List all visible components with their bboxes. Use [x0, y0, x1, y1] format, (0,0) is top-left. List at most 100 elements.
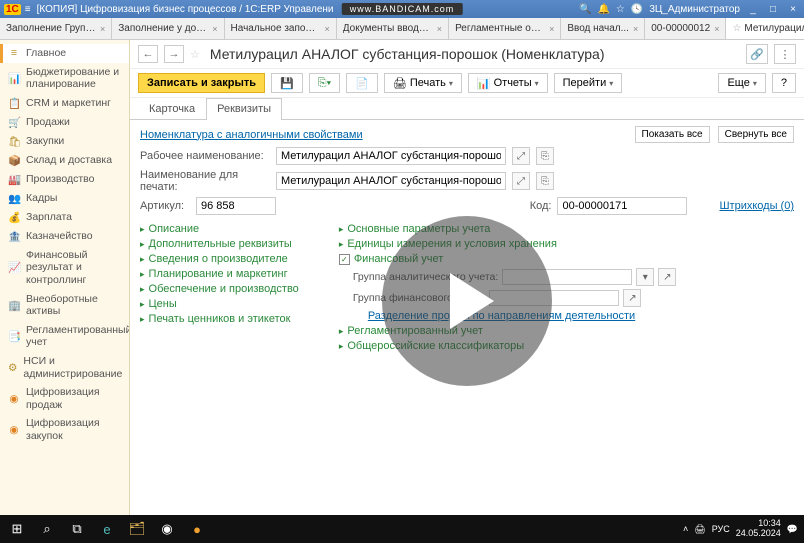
sidebar-item[interactable]: ≡Главное [0, 44, 129, 63]
tray-up-icon[interactable]: ˄ [683, 524, 688, 534]
tab-close-icon[interactable]: × [325, 24, 330, 34]
checkbox-icon[interactable]: ✓ [339, 254, 350, 265]
doc-tab[interactable]: Документы ввода начал...× [337, 18, 449, 39]
work-name-input[interactable] [276, 147, 506, 165]
sidebar-item[interactable]: 🛒Продажи [0, 113, 129, 132]
tab-close-icon[interactable]: × [633, 24, 638, 34]
section-toggle[interactable]: ▸Цены [140, 298, 299, 310]
history-icon[interactable]: 🕓 [631, 4, 643, 15]
doc-button[interactable]: 📄 [346, 73, 378, 93]
section-link[interactable]: Разделение продаж по направлениям деятел… [368, 310, 635, 322]
sidebar-item[interactable]: 📊Бюджетирование и планирование [0, 63, 129, 94]
tab-close-icon[interactable]: × [212, 24, 217, 34]
link-icon[interactable]: 🔗 [746, 44, 768, 64]
app-icon[interactable]: ● [186, 518, 208, 540]
section-toggle[interactable]: ▸Планирование и маркетинг [140, 268, 299, 280]
sidebar-item[interactable]: ⚙НСИ и администрирование [0, 352, 129, 383]
barcodes-link[interactable]: Штрихкоды (0) [719, 200, 794, 212]
toolbar: Записать и закрыть 💾 ⎘▾ 📄 🖨 Печать ▾ 📊 О… [130, 69, 804, 98]
sidebar-item[interactable]: 🛍Закупки [0, 132, 129, 151]
task-view-icon[interactable]: ⧉ [66, 518, 88, 540]
code-input[interactable] [557, 197, 687, 215]
print-name-input[interactable] [276, 172, 506, 190]
section-toggle[interactable]: ▸Общероссийские классификаторы [339, 340, 676, 352]
search-taskbar-icon[interactable]: ⌕ [36, 518, 58, 540]
finance-group-input[interactable] [489, 290, 619, 306]
ie-icon[interactable]: e [96, 518, 118, 540]
analytic-group-input[interactable] [502, 269, 632, 285]
nav-forward-button[interactable]: → [164, 45, 184, 63]
sidebar-item[interactable]: ◉Цифровизация продаж [0, 383, 129, 414]
sidebar-item[interactable]: 🏦Казначейство [0, 227, 129, 246]
goto-button[interactable]: Перейти ▾ [554, 73, 623, 93]
action-icon[interactable]: ⎘ [536, 147, 554, 165]
section-toggle[interactable]: ▸Обеспечение и производство [140, 283, 299, 295]
dropdown-icon[interactable]: ▾ [636, 268, 654, 286]
action-icon[interactable]: ⎘ [536, 172, 554, 190]
tab-close-icon[interactable]: × [100, 24, 105, 34]
doc-tab[interactable]: Регламентные операции ...× [449, 18, 561, 39]
doc-tab[interactable]: Заполнение ГруппыФУ Н...× [0, 18, 112, 39]
kebab-icon[interactable]: ⋮ [774, 44, 796, 64]
section-toggle[interactable]: ▸Единицы измерения и условия хранения [339, 238, 676, 250]
doc-tab[interactable]: Заполнение у договоров...× [112, 18, 224, 39]
section-toggle[interactable]: ▸Описание [140, 223, 299, 235]
menu-icon[interactable]: ≡ [25, 4, 31, 15]
doc-tab[interactable]: ☆Метилурацил АНАЛОГ с...× [726, 18, 804, 39]
sidebar-item[interactable]: 💰Зарплата [0, 208, 129, 227]
clone-button[interactable]: ⎘▾ [309, 73, 340, 93]
section-toggle[interactable]: ▸Печать ценников и этикеток [140, 313, 299, 325]
tab-close-icon[interactable]: × [549, 24, 554, 34]
sidebar-item[interactable]: 📦Склад и доставка [0, 151, 129, 170]
reports-button[interactable]: 📊 Отчеты ▾ [468, 73, 548, 93]
section-toggle[interactable]: ▸Дополнительные реквизиты [140, 238, 299, 250]
clock[interactable]: 10:34 24.05.2024 [736, 519, 781, 539]
nav-back-button[interactable]: ← [138, 45, 158, 63]
help-button[interactable]: ? [772, 73, 796, 93]
search-icon[interactable]: 🔍 [579, 4, 591, 15]
doc-tab[interactable]: Ввод начал...× [561, 18, 645, 39]
bell-icon[interactable]: 🔔 [597, 4, 609, 15]
tab-requisites[interactable]: Реквизиты [206, 98, 282, 120]
sidebar-item[interactable]: ◉Цифровизация закупок [0, 414, 129, 445]
tray-printer-icon[interactable]: 🖨 [694, 524, 705, 535]
doc-tab[interactable]: 00-00000012× [645, 18, 726, 39]
fav-star-icon[interactable]: ☆ [190, 48, 200, 61]
tab-close-icon[interactable]: × [714, 24, 719, 34]
sidebar-item[interactable]: 📋CRM и маркетинг [0, 94, 129, 113]
open-icon[interactable]: ↗ [623, 289, 641, 307]
open-icon[interactable]: ↗ [658, 268, 676, 286]
save-close-button[interactable]: Записать и закрыть [138, 73, 265, 93]
expand-field-icon[interactable]: ⤢ [512, 172, 530, 190]
start-button[interactable]: ⊞ [6, 518, 28, 540]
explorer-icon[interactable]: 🗂 [126, 518, 148, 540]
tray-lang[interactable]: РУС [712, 524, 730, 534]
sidebar-item[interactable]: 🏢Внеоборотные активы [0, 290, 129, 321]
chrome-icon[interactable]: ◉ [156, 518, 178, 540]
save-button[interactable]: 💾 [271, 73, 303, 93]
sidebar-item[interactable]: 📈Финансовый результат и контроллинг [0, 246, 129, 290]
doc-tab[interactable]: Начальное заполнение× [225, 18, 337, 39]
collapse-all-button[interactable]: Свернуть все [718, 126, 794, 143]
sidebar-item[interactable]: 👥Кадры [0, 189, 129, 208]
tab-close-icon[interactable]: × [437, 24, 442, 34]
show-all-button[interactable]: Показать все [635, 126, 710, 143]
sidebar-item[interactable]: 🏭Производство [0, 170, 129, 189]
article-input[interactable] [196, 197, 276, 215]
tray-notif-icon[interactable]: 💬 [787, 524, 798, 535]
expand-field-icon[interactable]: ⤢ [512, 147, 530, 165]
star-icon[interactable]: ☆ [616, 4, 625, 15]
section-toggle[interactable]: ✓Финансовый учет [339, 253, 676, 265]
maximize-button[interactable]: □ [766, 4, 780, 15]
section-toggle[interactable]: Разделение продаж по направлениям деятел… [353, 310, 676, 322]
more-button[interactable]: Еще ▾ [718, 73, 765, 93]
section-toggle[interactable]: ▸Регламентированный учет [339, 325, 676, 337]
section-toggle[interactable]: ▸Сведения о производителе [140, 253, 299, 265]
close-button[interactable]: × [786, 4, 800, 15]
minimize-button[interactable]: _ [746, 4, 760, 15]
print-button[interactable]: 🖨 Печать ▾ [384, 73, 462, 93]
tab-card[interactable]: Карточка [138, 98, 206, 119]
similar-items-link[interactable]: Номенклатура с аналогичными свойствами [140, 129, 363, 141]
section-toggle[interactable]: ▸Основные параметры учета [339, 223, 676, 235]
sidebar-item[interactable]: 📑Регламентированный учет [0, 321, 129, 352]
